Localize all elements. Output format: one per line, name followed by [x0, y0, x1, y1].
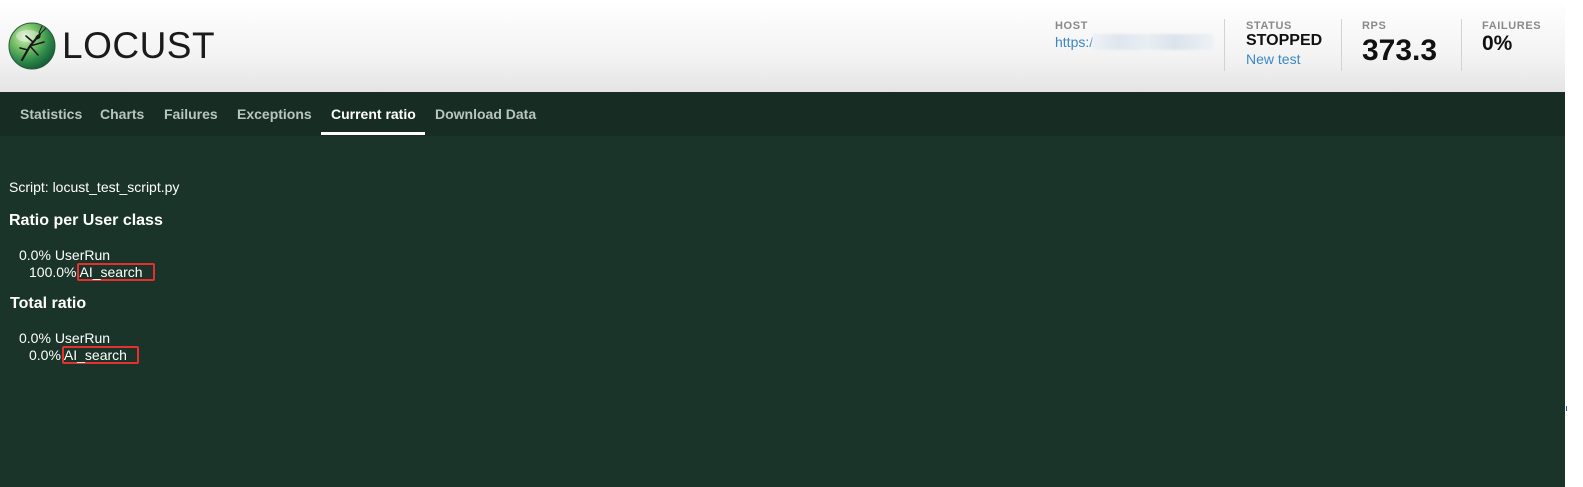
stat-divider [1341, 19, 1342, 71]
tab-exceptions[interactable]: Exceptions [237, 92, 312, 136]
header: LOCUST HOST https:// STATUS STOPPED New … [0, 0, 1565, 92]
rps-value: 373.3 [1362, 34, 1438, 67]
ratio-percent: 0.0% [19, 247, 51, 263]
script-name: Script: locust_test_script.py [9, 179, 180, 195]
edge-mark [1566, 406, 1567, 411]
tab-download-data[interactable]: Download Data [435, 92, 536, 136]
redacted-host-blur [1092, 34, 1214, 50]
stat-divider [1461, 19, 1462, 71]
locust-logo-icon [8, 22, 56, 70]
task-name: AI_search [79, 264, 143, 280]
tab-statistics[interactable]: Statistics [20, 92, 82, 136]
ratio-percent: 100.0% [29, 264, 77, 280]
status-value: STOPPED [1246, 32, 1323, 49]
window-edge [1565, 0, 1583, 487]
failures-value: 0% [1482, 32, 1513, 55]
host-label: HOST [1055, 20, 1088, 32]
new-test-link[interactable]: New test [1246, 51, 1336, 68]
stat-failures: FAILURES 0% [1482, 20, 1552, 55]
user-class-name: UserRun [54, 247, 111, 263]
tab-failures[interactable]: Failures [164, 92, 218, 136]
locust-app: LOCUST HOST https:// STATUS STOPPED New … [0, 0, 1565, 487]
ratio-content: Script: locust_test_script.py Ratio per … [0, 136, 1565, 487]
rps-label: RPS [1362, 20, 1387, 32]
list-item: 100.0% AI_search [29, 263, 155, 281]
stat-rps: RPS 373.3 [1362, 20, 1452, 67]
task-name-highlight: AI_search [61, 346, 139, 364]
ratio-percent: 0.0% [29, 347, 61, 363]
per-class-title: Ratio per User class [9, 212, 163, 229]
list-item: 0.0% AI_search [29, 346, 139, 364]
logo-text: LOCUST [62, 25, 216, 66]
user-class-name: UserRun [54, 330, 111, 346]
tab-bar: Statistics Charts Failures Exceptions Cu… [0, 92, 1565, 136]
tab-current-ratio[interactable]: Current ratio [331, 92, 416, 136]
tab-charts[interactable]: Charts [100, 92, 144, 136]
task-name: AI_search [63, 347, 127, 363]
task-name-highlight: AI_search [77, 263, 155, 281]
list-item: 0.0% UserRun [19, 330, 110, 346]
ratio-percent: 0.0% [19, 330, 51, 346]
status-label: STATUS [1246, 20, 1292, 32]
stat-status: STATUS STOPPED New test [1246, 20, 1336, 68]
failures-label: FAILURES [1482, 20, 1542, 32]
active-tab-indicator [321, 132, 425, 135]
total-ratio-title: Total ratio [10, 295, 87, 312]
stat-divider [1224, 19, 1225, 71]
stat-host: HOST https:// [1055, 20, 1215, 50]
list-item: 0.0% UserRun [19, 247, 110, 263]
